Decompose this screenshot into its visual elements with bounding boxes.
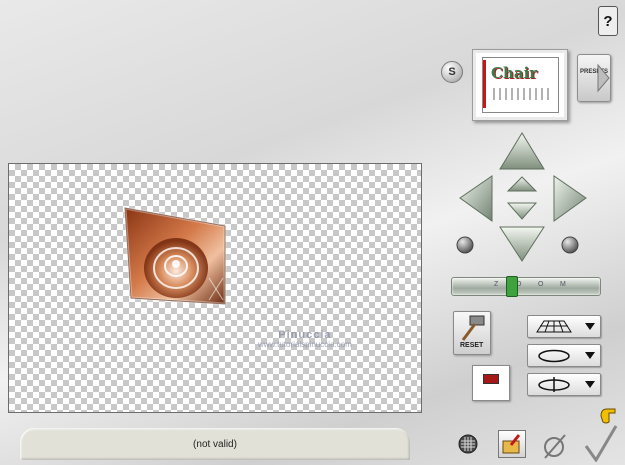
pointing-hand-icon (600, 408, 616, 424)
zoom-slider-thumb[interactable] (506, 276, 518, 297)
arrow-up-icon[interactable] (499, 132, 545, 170)
rotate-right-icon[interactable] (561, 236, 579, 254)
floor-style-dropdown[interactable] (527, 315, 601, 338)
apply-button[interactable] (498, 430, 526, 458)
help-icon: ? (603, 12, 613, 30)
chevron-down-icon (585, 323, 595, 330)
preview-canvas[interactable] (8, 163, 422, 413)
zoom-letter: Z (494, 281, 499, 288)
arrow-down-icon[interactable] (499, 226, 545, 262)
arrow-left-icon[interactable] (459, 175, 493, 222)
preview-image (123, 206, 227, 306)
preset-dots (493, 88, 549, 100)
ellipse-rotate-icon (538, 349, 570, 363)
zoom-letter: M (560, 281, 566, 288)
zoom-letter: O (538, 281, 544, 288)
floor-grid-icon (536, 320, 572, 333)
apply-icon (502, 434, 521, 454)
rotation-dropdown[interactable] (527, 344, 601, 367)
preset-thumbnail-text: Chair (491, 64, 538, 82)
arrow-right-icon[interactable] (553, 175, 587, 222)
preset-red-bar (483, 60, 486, 108)
status-text: (not valid) (193, 438, 237, 450)
axis-dropdown[interactable] (527, 373, 601, 396)
watermark: Pinuccia www.tutorialspinuccia.com (258, 330, 352, 350)
watermark-line2: www.tutorialspinuccia.com (258, 340, 352, 349)
presets-arrow-icon (597, 63, 610, 93)
background-color-swatch[interactable] (472, 365, 510, 401)
watermark-line1: Pinuccia (278, 329, 332, 341)
help-button[interactable]: ? (598, 6, 618, 36)
navigation-pad (456, 132, 587, 262)
chevron-down-icon (585, 381, 595, 388)
grid-icon[interactable] (458, 434, 478, 454)
checkmark-icon[interactable] (580, 420, 620, 462)
axis-rotate-icon (538, 377, 570, 392)
cancel-icon[interactable] (541, 432, 569, 460)
preset-thumbnail-frame: Chair (482, 57, 559, 113)
s-button-label: S (448, 66, 456, 78)
chevron-down-icon (585, 352, 595, 359)
preset-thumbnail[interactable]: Chair (472, 49, 568, 121)
status-bar: (not valid) (20, 428, 410, 460)
presets-button[interactable]: PRESETS (577, 54, 611, 102)
reset-label: RESET (460, 342, 484, 349)
zoom-slider[interactable]: Z O O M (451, 277, 601, 296)
swatch-red (483, 374, 499, 384)
hammer-icon (461, 315, 485, 341)
s-button[interactable]: S (441, 61, 463, 83)
reset-button[interactable]: RESET (453, 311, 491, 355)
center-up-button[interactable] (506, 176, 538, 192)
rotate-left-icon[interactable] (456, 236, 474, 254)
center-down-button[interactable] (506, 202, 538, 220)
